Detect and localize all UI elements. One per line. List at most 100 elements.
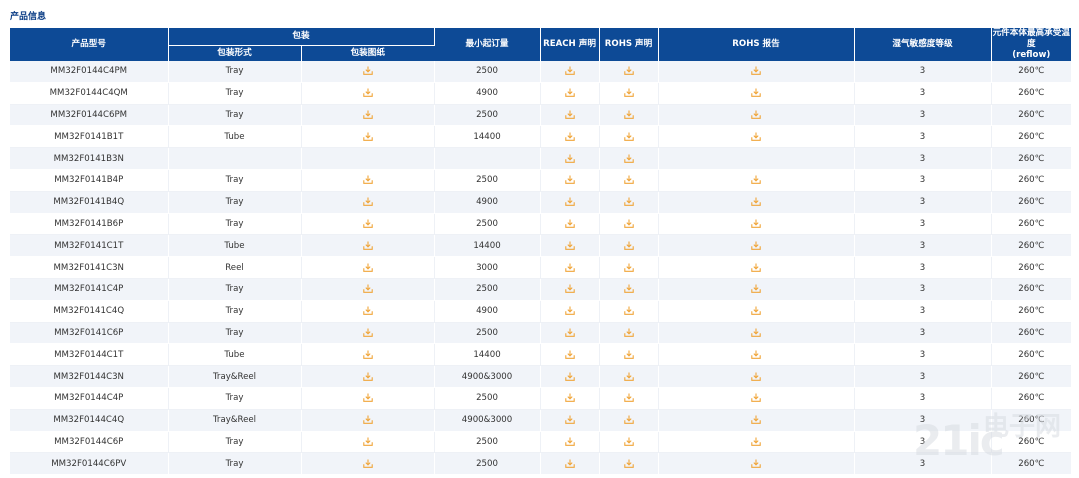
download-icon[interactable] <box>362 415 373 424</box>
moq-cell: 2500 <box>434 104 541 127</box>
download-icon[interactable] <box>623 154 634 163</box>
download-icon[interactable] <box>362 393 373 403</box>
packaging-form-cell: Tube <box>168 343 302 367</box>
download-icon[interactable] <box>623 328 634 337</box>
download-icon[interactable] <box>564 459 575 468</box>
packaging-form-cell: Tube <box>168 125 302 149</box>
download-icon[interactable] <box>751 350 761 359</box>
download-icon[interactable] <box>623 197 634 207</box>
download-icon[interactable] <box>623 219 634 228</box>
packaging-form-cell: Tube <box>168 234 302 258</box>
download-icon[interactable] <box>362 219 373 228</box>
download-icon[interactable] <box>564 175 575 185</box>
download-icon[interactable] <box>751 415 761 424</box>
download-icon[interactable] <box>362 110 373 119</box>
download-icon[interactable] <box>564 328 575 337</box>
reach-declaration-cell <box>540 169 600 192</box>
download-icon[interactable] <box>751 306 761 316</box>
download-icon[interactable] <box>623 306 634 316</box>
download-icon[interactable] <box>362 175 373 185</box>
download-icon[interactable] <box>623 437 634 446</box>
download-icon[interactable] <box>751 328 761 337</box>
download-icon[interactable] <box>362 459 373 468</box>
reflow-temp-cell: 260℃ <box>991 365 1072 388</box>
download-icon[interactable] <box>564 132 575 141</box>
table-row: MM32F0144C6PV Tray 2500 3 260℃ <box>10 452 1072 476</box>
download-icon[interactable] <box>564 197 575 207</box>
packaging-drawing-cell <box>301 82 435 105</box>
rohs-report-cell <box>658 125 855 149</box>
download-icon[interactable] <box>623 393 634 403</box>
download-icon[interactable] <box>751 132 761 141</box>
download-icon[interactable] <box>564 284 575 294</box>
download-icon[interactable] <box>751 241 761 250</box>
download-icon[interactable] <box>623 241 634 250</box>
download-icon[interactable] <box>564 415 575 424</box>
download-icon[interactable] <box>362 350 373 359</box>
header-packaging-form: 包装形式 <box>168 44 302 61</box>
rohs-declaration-cell <box>599 191 659 214</box>
download-icon[interactable] <box>751 372 761 381</box>
download-icon[interactable] <box>362 132 373 141</box>
download-icon[interactable] <box>564 372 575 381</box>
table-row: MM32F0141C3N Reel 3000 3 260℃ <box>10 256 1072 279</box>
rohs-declaration-cell <box>599 322 659 345</box>
download-icon[interactable] <box>564 219 575 228</box>
reach-declaration-cell <box>540 147 600 170</box>
download-icon[interactable] <box>564 88 575 98</box>
download-icon[interactable] <box>751 66 761 76</box>
download-icon[interactable] <box>564 110 575 119</box>
download-icon[interactable] <box>362 372 373 381</box>
section-title: 产品信息 <box>10 12 47 22</box>
header-packaging: 包装 <box>168 28 435 46</box>
download-icon[interactable] <box>564 154 575 163</box>
download-icon[interactable] <box>564 437 575 446</box>
rohs-declaration-cell <box>599 343 659 367</box>
download-icon[interactable] <box>564 66 575 76</box>
download-icon[interactable] <box>623 263 634 272</box>
download-icon[interactable] <box>362 241 373 250</box>
header-reflow-temp: 元件本体最高承受温度 (reflow) <box>991 28 1072 61</box>
msl-cell: 3 <box>854 104 992 127</box>
download-icon[interactable] <box>751 459 761 468</box>
download-icon[interactable] <box>362 284 373 294</box>
download-icon[interactable] <box>623 350 634 359</box>
download-icon[interactable] <box>623 415 634 424</box>
download-icon[interactable] <box>564 306 575 316</box>
model-cell: MM32F0144C6PM <box>10 104 169 127</box>
reach-declaration-cell <box>540 409 600 432</box>
download-icon[interactable] <box>362 88 373 98</box>
download-icon[interactable] <box>751 437 761 446</box>
download-icon[interactable] <box>751 284 761 294</box>
download-icon[interactable] <box>564 350 575 359</box>
table-row: MM32F0141B3N 3 260℃ <box>10 147 1072 170</box>
download-icon[interactable] <box>623 88 634 98</box>
download-icon[interactable] <box>564 263 575 272</box>
download-icon[interactable] <box>623 66 634 76</box>
download-icon[interactable] <box>362 306 373 316</box>
download-icon[interactable] <box>623 132 634 141</box>
download-icon[interactable] <box>564 241 575 250</box>
rohs-declaration-cell <box>599 234 659 258</box>
download-icon[interactable] <box>751 219 761 228</box>
download-icon[interactable] <box>623 372 634 381</box>
download-icon[interactable] <box>362 437 373 446</box>
packaging-drawing-cell <box>301 61 435 83</box>
download-icon[interactable] <box>564 393 575 403</box>
download-icon[interactable] <box>362 328 373 337</box>
download-icon[interactable] <box>623 284 634 294</box>
download-icon[interactable] <box>623 459 634 468</box>
download-icon[interactable] <box>751 175 761 185</box>
rohs-report-cell <box>658 104 855 127</box>
download-icon[interactable] <box>751 197 761 207</box>
download-icon[interactable] <box>623 110 634 119</box>
download-icon[interactable] <box>362 263 373 272</box>
download-icon[interactable] <box>362 66 373 76</box>
download-icon[interactable] <box>751 393 761 403</box>
download-icon[interactable] <box>362 197 373 207</box>
download-icon[interactable] <box>751 88 761 98</box>
header-packaging-drawing: 包装图纸 <box>301 44 435 61</box>
download-icon[interactable] <box>751 110 761 119</box>
download-icon[interactable] <box>623 175 634 185</box>
download-icon[interactable] <box>751 263 761 272</box>
